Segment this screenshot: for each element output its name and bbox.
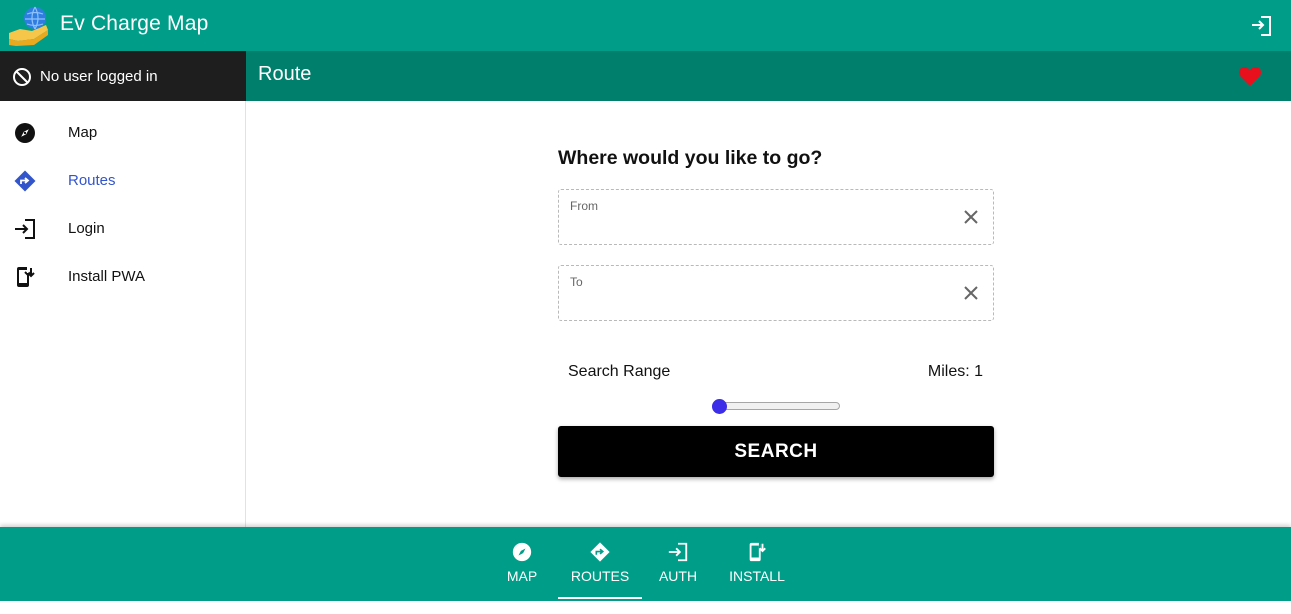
bottom-nav: MAP ROUTES AUTH INSTALL: [0, 527, 1291, 601]
search-button[interactable]: SEARCH: [558, 426, 994, 477]
tab-label: INSTALL: [729, 568, 785, 584]
tab-auth[interactable]: AUTH: [652, 527, 704, 599]
sidebar-item-label: Login: [68, 220, 105, 237]
user-status-bar: No user logged in: [0, 51, 246, 101]
no-user-icon: [13, 68, 31, 86]
compass-icon: [15, 123, 35, 143]
sidebar-item-install-pwa[interactable]: Install PWA: [0, 253, 245, 301]
form-heading: Where would you like to go?: [558, 147, 823, 169]
footer-strip: [0, 601, 1291, 614]
range-slider-track[interactable]: [712, 402, 840, 410]
from-input[interactable]: [570, 216, 940, 238]
miles-value: Miles: 1: [927, 363, 983, 380]
user-status-text: No user logged in: [40, 68, 158, 85]
app-title: Ev Charge Map: [60, 12, 209, 35]
from-label: From: [570, 199, 598, 213]
login-icon[interactable]: [1249, 14, 1273, 38]
sidebar: Map Routes Login Install PWA: [0, 101, 246, 527]
directions-icon: [590, 542, 610, 562]
to-field[interactable]: To: [558, 265, 994, 321]
login-icon: [668, 542, 688, 562]
sidebar-item-label: Map: [68, 124, 98, 141]
active-tab-indicator: [558, 597, 642, 599]
page-title: Route: [258, 63, 312, 85]
page-header: Route: [246, 51, 1291, 101]
tab-map[interactable]: MAP: [496, 527, 548, 599]
clear-from-icon[interactable]: [961, 207, 981, 227]
install-phone-icon: [749, 542, 766, 562]
tab-install[interactable]: INSTALL: [722, 527, 792, 599]
sidebar-item-routes[interactable]: Routes: [0, 157, 245, 205]
sidebar-item-label: Install PWA: [68, 268, 145, 285]
route-form: Where would you like to go? From To Sear…: [246, 101, 1291, 527]
tab-label: ROUTES: [570, 568, 630, 584]
compass-icon: [512, 542, 532, 562]
sidebar-item-label: Routes: [68, 172, 116, 189]
globe-hand-logo-icon: [9, 6, 48, 46]
to-input[interactable]: [570, 292, 940, 314]
tab-label: MAP: [506, 568, 538, 584]
login-icon: [15, 219, 35, 239]
range-slider-thumb[interactable]: [712, 399, 727, 414]
sidebar-item-map[interactable]: Map: [0, 109, 245, 157]
tab-routes[interactable]: ROUTES: [558, 527, 642, 599]
clear-to-icon[interactable]: [961, 283, 981, 303]
install-phone-icon: [17, 267, 35, 287]
search-range-label: Search Range: [568, 363, 671, 380]
sidebar-item-login[interactable]: Login: [0, 205, 245, 253]
app-bar: Ev Charge Map: [0, 0, 1291, 51]
from-field[interactable]: From: [558, 189, 994, 245]
to-label: To: [570, 275, 583, 289]
directions-icon: [14, 170, 36, 192]
heart-icon[interactable]: [1238, 65, 1262, 87]
tab-label: AUTH: [658, 568, 698, 584]
